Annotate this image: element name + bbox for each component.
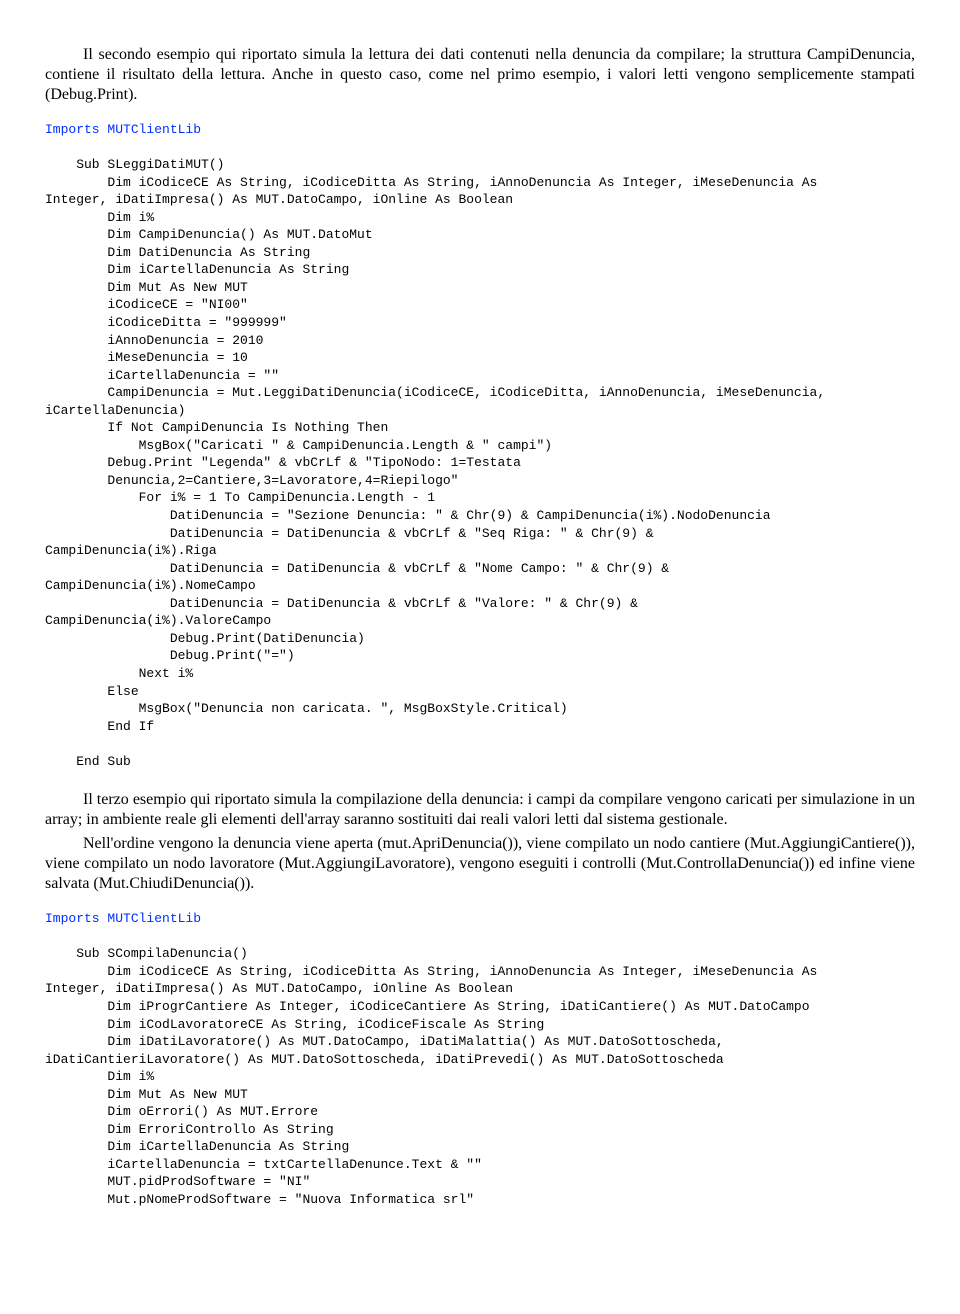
code-body: Sub SCompilaDenuncia() Dim iCodiceCE As …: [45, 946, 817, 1207]
intro-paragraph-2b: Nell'ordine vengono la denuncia viene ap…: [45, 834, 915, 894]
intro-paragraph-1: Il secondo esempio qui riportato simula …: [45, 45, 915, 105]
import-line: Imports MUTClientLib: [45, 911, 201, 926]
code-body: Sub SLeggiDatiMUT() Dim iCodiceCE As Str…: [45, 157, 825, 769]
code-example-1: Imports MUTClientLib Sub SLeggiDatiMUT()…: [45, 121, 915, 770]
intro-paragraph-2a: Il terzo esempio qui riportato simula la…: [45, 790, 915, 830]
import-line: Imports MUTClientLib: [45, 122, 201, 137]
code-example-2: Imports MUTClientLib Sub SCompilaDenunci…: [45, 910, 915, 1208]
